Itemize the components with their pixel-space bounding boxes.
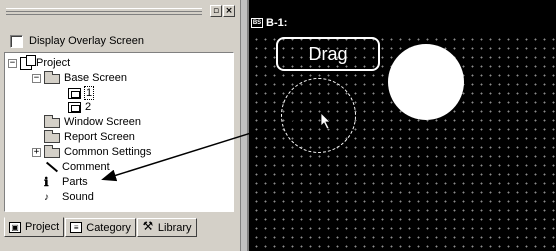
tools-tab-icon: ⚒ <box>142 219 154 233</box>
folder-icon <box>44 130 60 143</box>
folder-icon <box>44 145 60 158</box>
tree-item-window-screen[interactable]: Window Screen <box>44 115 141 129</box>
parts-icon: ℹ <box>44 174 49 189</box>
screen-icon <box>68 101 81 113</box>
overlay-checkbox-row[interactable]: Display Overlay Screen <box>10 33 144 49</box>
project-icon <box>20 54 36 70</box>
tree-item-label: Common Settings <box>64 146 152 158</box>
editor-title-label: B-1: <box>266 17 288 29</box>
tree-item-label: Sound <box>62 191 94 203</box>
pencil-icon <box>44 161 58 173</box>
folder-icon <box>44 115 60 128</box>
workspace-tabs: ▣ Project ≡ Category ⚒ Library <box>4 217 198 238</box>
tree-item-screen-1[interactable]: 1 <box>68 86 95 100</box>
tree-item-parts[interactable]: ℹ Parts <box>44 175 88 189</box>
base-screen-icon: BS <box>251 18 263 28</box>
tree-item-label: Project <box>36 57 71 69</box>
restore-button[interactable]: ▫ <box>210 5 222 17</box>
tab-project[interactable]: ▣ Project <box>4 217 65 237</box>
tree-item-common-settings[interactable]: Common Settings <box>44 145 151 159</box>
drag-callout: Drag <box>276 37 380 71</box>
workspace-panel: ▫ × Display Overlay Screen − Project − B… <box>0 0 241 251</box>
tab-category[interactable]: ≡ Category <box>65 218 136 237</box>
tree-item-base-screen[interactable]: Base Screen <box>44 71 127 85</box>
tree-item-screen-2[interactable]: 2 <box>68 100 91 114</box>
tab-library[interactable]: ⚒ Library <box>136 218 197 237</box>
tree-item-project[interactable]: Project <box>20 54 71 70</box>
tree-item-label: Comment <box>62 161 110 173</box>
tree-item-sound[interactable]: ♪ Sound <box>44 190 94 204</box>
project-tab-icon: ▣ <box>9 221 21 233</box>
tree-item-label: 1 <box>83 86 95 100</box>
tree-item-report-screen[interactable]: Report Screen <box>44 130 135 144</box>
category-tab-icon: ≡ <box>70 222 83 233</box>
screen-icon <box>68 87 81 99</box>
drawing-canvas[interactable]: Drag <box>249 32 556 251</box>
expand-project-icon[interactable]: − <box>8 59 17 68</box>
tree-item-label: Base Screen <box>64 72 127 84</box>
folder-icon <box>44 71 60 84</box>
drag-preview-circle <box>281 78 356 153</box>
panel-grip[interactable] <box>6 8 202 15</box>
screen-editor[interactable]: BS B-1: Drag <box>247 0 556 251</box>
project-tree[interactable]: − Project − Base Screen 1 2 Window Scree… <box>4 52 234 212</box>
close-button[interactable]: × <box>223 5 235 17</box>
tree-item-label: Window Screen <box>64 116 142 128</box>
tree-item-label: Parts <box>62 176 88 188</box>
editor-title: BS B-1: <box>251 16 287 30</box>
circle-shape[interactable] <box>388 44 464 120</box>
tree-item-comment[interactable]: Comment <box>44 160 110 174</box>
tree-item-label: 2 <box>85 101 92 113</box>
overlay-checkbox[interactable] <box>10 34 23 48</box>
sound-icon: ♪ <box>44 191 49 203</box>
expand-base-screen-icon[interactable]: − <box>32 74 41 83</box>
tab-label: Library <box>157 221 192 234</box>
drag-label: Drag <box>308 43 348 64</box>
panel-titlebar: ▫ × <box>4 5 235 19</box>
tab-label: Project <box>25 221 60 233</box>
tab-label: Category <box>86 221 131 234</box>
mouse-cursor-icon <box>320 112 331 130</box>
expand-common-settings-icon[interactable]: + <box>32 148 41 157</box>
tree-item-label: Report Screen <box>64 131 135 143</box>
overlay-checkbox-label: Display Overlay Screen <box>29 35 144 47</box>
